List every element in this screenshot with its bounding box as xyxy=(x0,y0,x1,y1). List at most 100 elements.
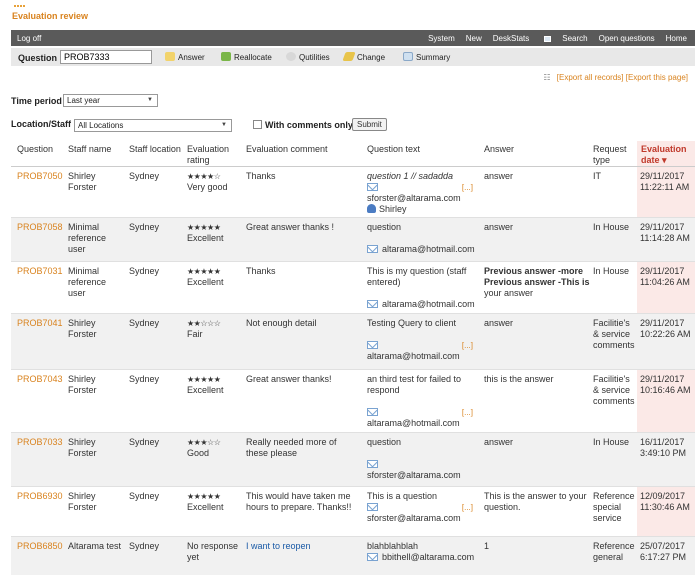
comments-filter[interactable]: With comments only xyxy=(253,120,353,130)
evaluation-comment: Thanks xyxy=(246,266,276,276)
request-type: In House xyxy=(593,437,630,447)
staff-location: Sydney xyxy=(129,374,160,384)
request-type: In House xyxy=(593,222,630,232)
client-email[interactable]: sforster@altarama.com xyxy=(367,513,461,523)
submit-button[interactable]: Submit xyxy=(352,118,387,131)
staff-name: Shirley Forster xyxy=(68,318,97,339)
answer-tool[interactable]: Answer xyxy=(165,52,205,62)
logo-icon xyxy=(14,3,28,9)
header-staff-name[interactable]: Staff name xyxy=(68,144,111,155)
rating-text: Excellent xyxy=(187,502,224,512)
question-id-link[interactable]: PROB7033 xyxy=(17,437,63,448)
more-link[interactable]: [...] xyxy=(462,502,473,513)
header-evaluation-date[interactable]: Evaluation date ▾ xyxy=(641,144,693,166)
rating-text: Excellent xyxy=(187,233,224,243)
staff-location: Sydney xyxy=(129,222,160,232)
client-email[interactable]: altarama@hotmail.com xyxy=(382,244,475,254)
logoff-link[interactable]: Log off xyxy=(17,34,41,43)
summary-tool-label: Summary xyxy=(416,53,451,62)
staff-location: Sydney xyxy=(129,541,160,551)
table-row: PROB7058 Minimal reference user Sydney ★… xyxy=(11,218,695,262)
nav-new[interactable]: New xyxy=(466,34,482,43)
more-link[interactable]: [...] xyxy=(462,407,473,418)
reopen-link[interactable]: I want to reopen xyxy=(246,541,361,552)
question-id-link[interactable]: PROB7043 xyxy=(17,374,63,385)
client-email[interactable]: bbithell@altarama.com xyxy=(382,552,474,562)
client-email[interactable]: sforster@altarama.com xyxy=(367,193,461,203)
question-text: an third test for failed to respond xyxy=(367,374,462,395)
question-text-cell: question sforster@altarama.com xyxy=(367,437,477,481)
question-text-cell: This is my question (staff entered) altar… xyxy=(367,266,479,310)
client-email[interactable]: altarama@hotmail.com xyxy=(367,418,460,428)
comments-checkbox[interactable] xyxy=(253,120,262,129)
header-comment[interactable]: Evaluation comment xyxy=(246,144,328,155)
export-all-link[interactable]: [Export all records] xyxy=(557,73,624,82)
header-request-type[interactable]: Request type xyxy=(593,144,638,166)
question-label: Question xyxy=(18,53,58,63)
nav-system[interactable]: System xyxy=(428,34,455,43)
app-header: Evaluation review xyxy=(0,0,699,30)
time-period-value: Last year xyxy=(67,96,100,105)
email-icon xyxy=(367,408,378,416)
question-id-link[interactable]: PROB7041 xyxy=(17,318,63,329)
nav-home[interactable]: Home xyxy=(666,34,687,43)
question-input[interactable] xyxy=(60,50,152,64)
nav-deskstats[interactable]: DeskStats xyxy=(493,34,552,43)
summary-icon xyxy=(403,52,413,61)
answer-text: This is the answer to your question. xyxy=(484,491,587,512)
question-id-link[interactable]: PROB6850 xyxy=(17,541,63,552)
header-staff-location[interactable]: Staff location xyxy=(129,144,181,155)
qutilities-tool[interactable]: Qutilities xyxy=(286,52,330,62)
email-icon xyxy=(367,245,378,253)
top-nav: Log off System New DeskStats Search Open… xyxy=(11,30,695,46)
header-question[interactable]: Question xyxy=(17,144,53,155)
reallocate-tool[interactable]: Reallocate xyxy=(221,52,272,62)
person-icon xyxy=(367,204,376,213)
rating-stars: ★★★★★ xyxy=(187,267,221,276)
comments-label: With comments only xyxy=(265,120,353,130)
summary-tool[interactable]: Summary xyxy=(403,52,450,62)
request-type: Reference general xyxy=(593,541,635,562)
window-icon xyxy=(544,35,552,42)
chevron-down-icon: ▼ xyxy=(221,122,227,128)
question-text: question 1 // sadadda xyxy=(367,171,454,181)
question-id-link[interactable]: PROB7031 xyxy=(17,266,63,277)
client-name: Shirley xyxy=(379,204,407,214)
request-type: IT xyxy=(593,171,601,181)
reallocate-tool-label: Reallocate xyxy=(234,53,272,62)
qutilities-tool-label: Qutilities xyxy=(299,53,330,62)
rating-cell: ★★★☆☆ Good xyxy=(187,437,242,459)
question-text: blahblahblah xyxy=(367,541,419,551)
staff-location: Sydney xyxy=(129,437,160,447)
question-text-cell: blahblahblah bbithell@altarama.com xyxy=(367,541,477,563)
evaluation-date: 25/07/2017 6:17:27 PM xyxy=(640,541,687,562)
nav-open-questions[interactable]: Open questions xyxy=(599,34,655,43)
nav-search[interactable]: Search xyxy=(562,34,587,43)
header-rating[interactable]: Evaluation rating xyxy=(187,144,235,166)
staff-location: Sydney xyxy=(129,318,160,328)
header-answer[interactable]: Answer xyxy=(484,144,514,155)
more-link[interactable]: [...] xyxy=(462,182,473,193)
table-header: Question Staff name Staff location Evalu… xyxy=(11,141,695,167)
table-row: PROB7050 Shirley Forster Sydney ★★★★☆ Ver… xyxy=(11,167,695,218)
question-id-link[interactable]: PROB7050 xyxy=(17,171,63,182)
change-tool[interactable]: Change xyxy=(342,52,385,62)
client-email[interactable]: altarama@hotmail.com xyxy=(382,299,475,309)
client-email[interactable]: altarama@hotmail.com xyxy=(367,351,460,361)
question-text: Testing Query to client xyxy=(367,318,457,328)
evaluation-date: 12/09/2017 11:30:46 AM xyxy=(640,491,690,512)
location-select[interactable]: All Locations ▼ xyxy=(74,119,232,132)
more-link[interactable]: [...] xyxy=(462,340,473,351)
header-question-text[interactable]: Question text xyxy=(367,144,420,155)
previous-answer-1: Previous answer -more xyxy=(484,266,584,276)
time-period-select[interactable]: Last year ▼ xyxy=(63,94,158,107)
evaluation-comment: Thanks xyxy=(246,171,276,181)
evaluation-date: 16/11/2017 3:49:10 PM xyxy=(640,437,687,458)
rating-text: Good xyxy=(187,448,210,458)
client-email[interactable]: sforster@altarama.com xyxy=(367,470,461,480)
export-page-link[interactable]: [Export this page] xyxy=(626,73,688,82)
rating-cell: ★★★★★ Excellent xyxy=(187,266,242,288)
chevron-down-icon: ▼ xyxy=(147,97,153,103)
question-id-link[interactable]: PROB6930 xyxy=(17,491,63,502)
question-id-link[interactable]: PROB7058 xyxy=(17,222,63,233)
